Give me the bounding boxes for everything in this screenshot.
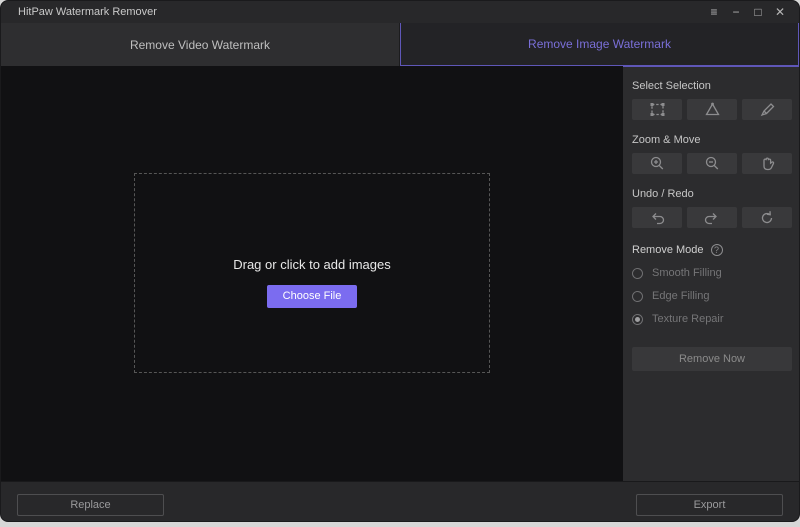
remove-now-button[interactable]: Remove Now [632,347,792,371]
undo-redo-header: Undo / Redo [632,188,792,200]
polygon-select-button[interactable] [687,99,737,120]
zoom-move-tool-row [632,153,792,174]
tab-bar: Remove Video Watermark Remove Image Wate… [1,23,799,66]
redo-button[interactable] [687,207,737,228]
radio-label: Smooth Filling [652,267,722,279]
maximize-icon[interactable]: □ [747,1,769,23]
zoom-in-button[interactable] [632,153,682,174]
zoom-out-icon [703,155,721,172]
tab-remove-image-watermark[interactable]: Remove Image Watermark [400,23,799,66]
undo-icon [648,210,666,226]
zoom-out-button[interactable] [687,153,737,174]
window-title: HitPaw Watermark Remover [18,6,157,18]
zoom-move-header: Zoom & Move [632,134,792,146]
app-window: HitPaw Watermark Remover ≡ − □ ✕ Remove … [1,1,799,521]
undo-button[interactable] [632,207,682,228]
radio-texture-repair[interactable]: Texture Repair [632,313,792,325]
brush-icon [758,101,777,118]
replace-button[interactable]: Replace [17,494,164,516]
radio-circle-icon [632,268,643,279]
choose-file-button[interactable]: Choose File [267,285,357,308]
export-button[interactable]: Export [636,494,783,516]
radio-label: Edge Filling [652,290,709,302]
radio-label: Texture Repair [652,313,724,325]
image-dropzone[interactable]: Drag or click to add images Choose File [134,173,490,373]
selection-tool-row [632,99,792,120]
marquee-icon [648,101,667,118]
minimize-icon[interactable]: − [725,1,747,23]
select-selection-header: Select Selection [632,80,792,92]
dropzone-hint: Drag or click to add images [233,257,391,272]
tab-remove-video-watermark[interactable]: Remove Video Watermark [1,23,400,66]
main-area: Drag or click to add images Choose File … [1,66,799,481]
tools-sidebar: Select Selection [623,66,799,481]
polygon-icon [703,101,722,118]
title-bar: HitPaw Watermark Remover ≡ − □ ✕ [1,1,799,23]
remove-mode-title: Remove Mode [632,244,704,256]
zoom-in-icon [648,155,666,172]
hand-pan-button[interactable] [742,153,792,174]
remove-mode-header: Remove Mode ? [632,244,792,256]
footer-bar: Replace Export [1,481,799,521]
brush-select-button[interactable] [742,99,792,120]
marquee-select-button[interactable] [632,99,682,120]
hand-icon [758,155,776,172]
menu-icon[interactable]: ≡ [703,1,725,23]
reset-icon [758,209,776,226]
radio-smooth-filling[interactable]: Smooth Filling [632,267,792,279]
help-icon[interactable]: ? [711,244,723,256]
window-controls: ≡ − □ ✕ [703,1,791,23]
radio-circle-selected-icon [632,314,643,325]
undo-redo-tool-row [632,207,792,228]
close-icon[interactable]: ✕ [769,1,791,23]
reset-button[interactable] [742,207,792,228]
redo-icon [703,210,721,226]
canvas-area: Drag or click to add images Choose File [1,66,623,481]
radio-edge-filling[interactable]: Edge Filling [632,290,792,302]
radio-circle-icon [632,291,643,302]
